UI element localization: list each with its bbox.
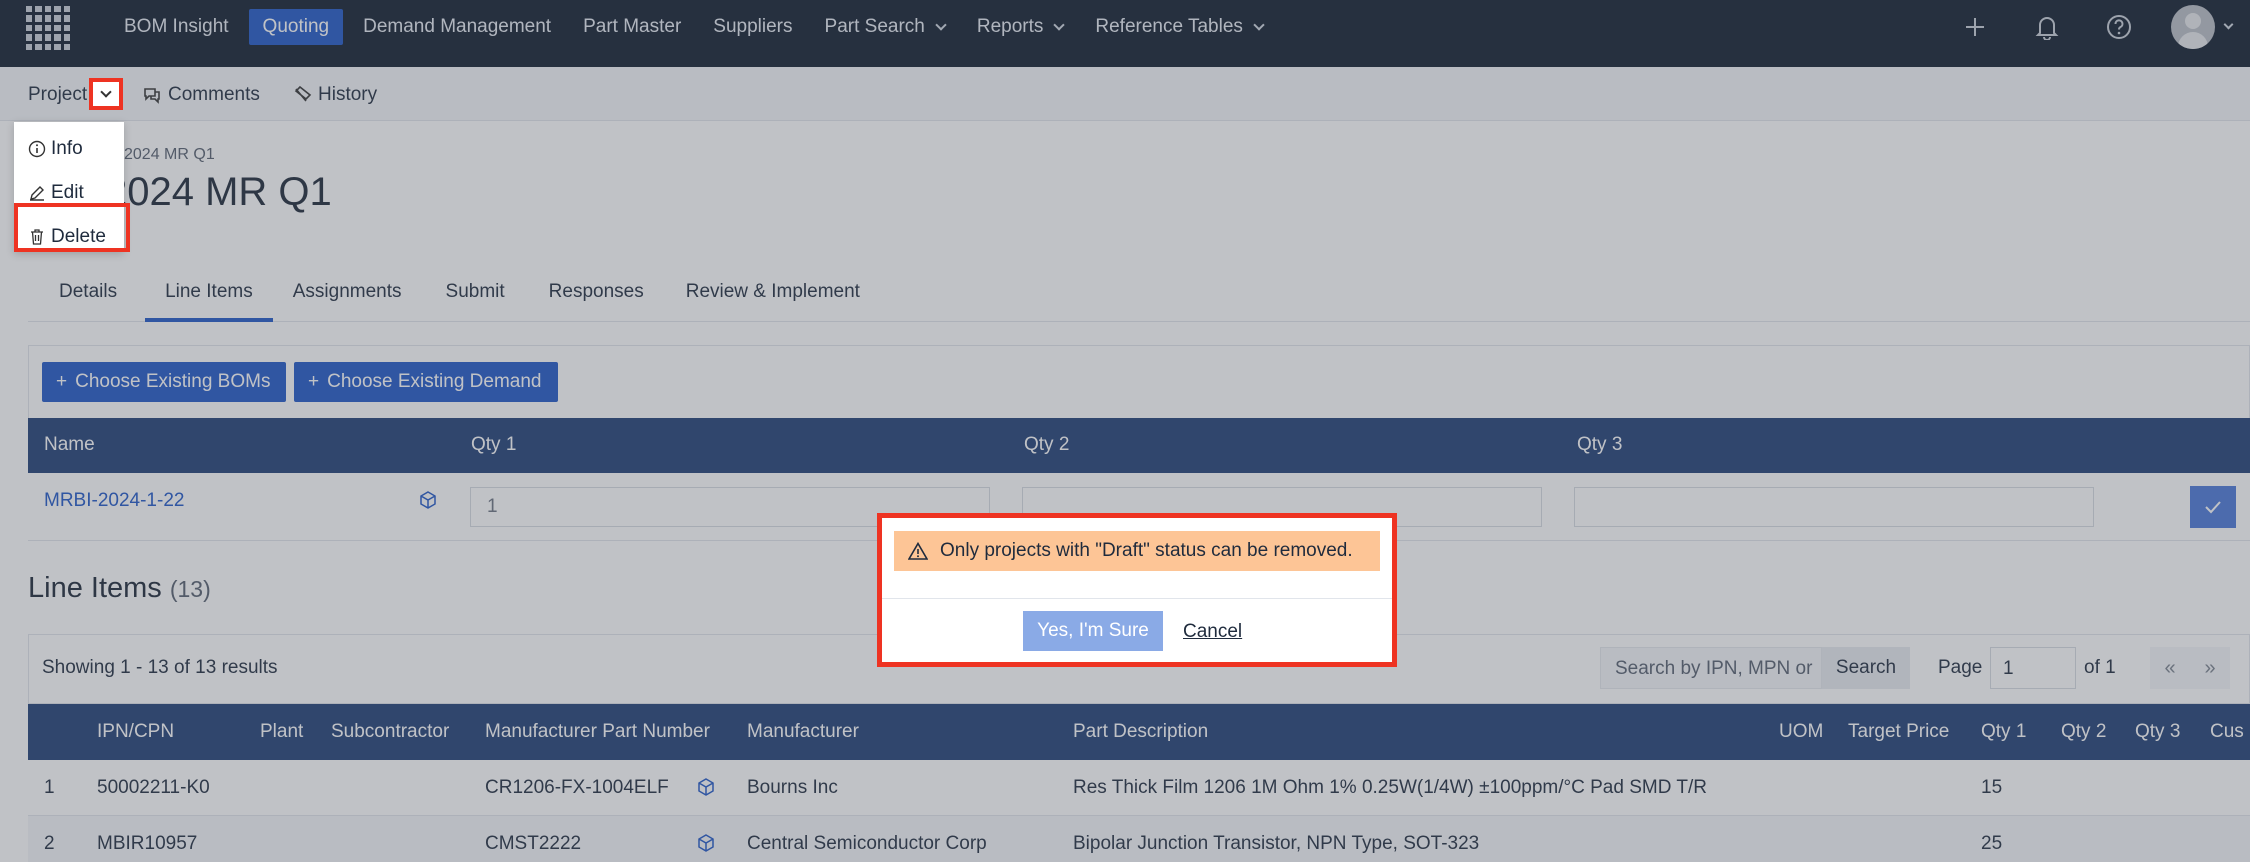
confirm-delete-button[interactable]: Yes, I'm Sure	[1023, 611, 1163, 651]
chevron-down-icon	[100, 86, 112, 98]
warning-banner: Only projects with "Draft" status can be…	[894, 531, 1380, 571]
menu-item-info[interactable]: Info	[28, 138, 83, 160]
menu-item-label: Info	[51, 138, 83, 159]
project-dropdown-toggle[interactable]	[89, 78, 123, 110]
menu-item-label: Edit	[51, 182, 84, 203]
divider	[882, 598, 1392, 599]
delete-highlight	[14, 203, 130, 252]
warning-icon	[908, 542, 928, 560]
modal-backdrop[interactable]	[0, 0, 2250, 862]
menu-item-edit[interactable]: Edit	[28, 182, 84, 204]
cancel-link[interactable]: Cancel	[1183, 621, 1242, 643]
info-icon	[28, 140, 46, 158]
delete-confirm-modal: Only projects with "Draft" status can be…	[877, 513, 1397, 667]
warning-text: Only projects with "Draft" status can be…	[940, 540, 1353, 561]
edit-icon	[30, 186, 44, 201]
